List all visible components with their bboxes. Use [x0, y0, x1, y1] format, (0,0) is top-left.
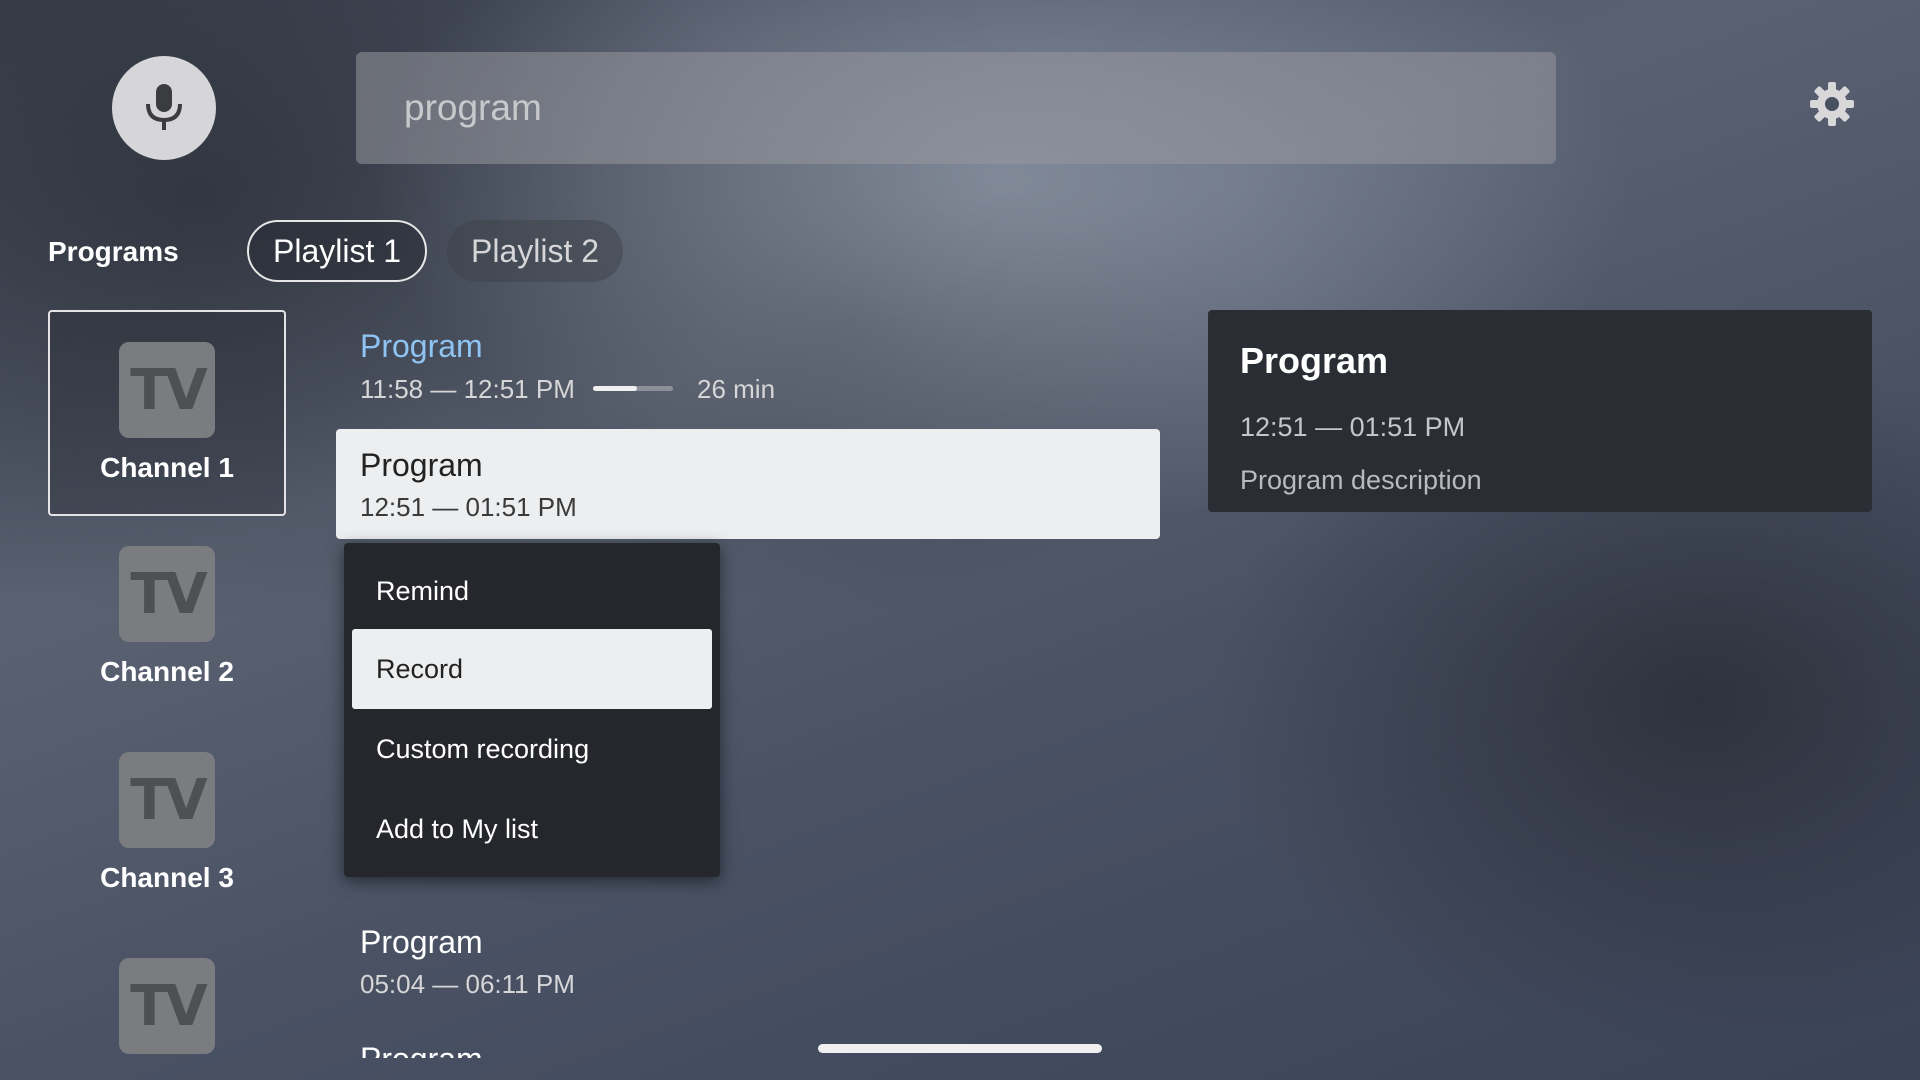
- program-time: 12:51 — 01:51 PM: [360, 492, 577, 522]
- menu-item-record[interactable]: Record: [352, 629, 712, 709]
- details-time: 12:51 — 01:51 PM: [1240, 412, 1466, 442]
- program-row-partial[interactable]: Program: [360, 1040, 483, 1058]
- search-input[interactable]: program: [356, 52, 1556, 164]
- channel-item-4[interactable]: TV: [48, 928, 286, 1080]
- menu-item-custom-recording[interactable]: Custom recording: [352, 709, 712, 789]
- channel-item-3[interactable]: TV Channel 3: [48, 722, 286, 928]
- program-title: Program: [360, 1041, 483, 1058]
- program-progress-fill: [593, 386, 637, 391]
- context-menu: Remind Record Custom recording Add to My…: [344, 543, 720, 877]
- tv-logo-icon: TV: [119, 342, 215, 438]
- channel-item-1[interactable]: TV Channel 1: [48, 310, 286, 516]
- menu-item-remind[interactable]: Remind: [352, 551, 712, 631]
- program-details-panel: Program 12:51 — 01:51 PM Program descrip…: [1208, 310, 1872, 512]
- program-title: Program: [360, 447, 483, 483]
- home-indicator: [818, 1044, 1102, 1053]
- tab-playlist-2[interactable]: Playlist 2: [447, 220, 624, 282]
- tab-playlist-1[interactable]: Playlist 1: [247, 220, 428, 282]
- tv-logo-icon: TV: [119, 752, 215, 848]
- details-title: Program: [1240, 340, 1389, 381]
- program-time: 05:04 — 06:11 PM: [360, 969, 575, 999]
- tv-logo-icon: TV: [119, 546, 215, 642]
- program-row-selected[interactable]: Program 12:51 — 01:51 PM: [336, 429, 1160, 539]
- program-title: Program: [360, 328, 483, 364]
- settings-button[interactable]: [1808, 80, 1856, 128]
- program-title: Program: [360, 924, 483, 960]
- program-row-current[interactable]: Program: [360, 328, 483, 365]
- programs-heading: Programs: [48, 236, 179, 267]
- details-description: Program description: [1240, 465, 1482, 495]
- program-progress-bar: [593, 386, 673, 391]
- channel-item-2[interactable]: TV Channel 2: [48, 516, 286, 722]
- search-query-text: program: [404, 87, 542, 128]
- microphone-icon: [146, 84, 182, 130]
- channel-name: Channel 1: [100, 452, 234, 483]
- menu-item-add-to-my-list[interactable]: Add to My list: [352, 789, 712, 869]
- voice-search-button[interactable]: [112, 56, 216, 160]
- channel-name: Channel 2: [100, 656, 234, 687]
- program-time: 11:58 — 12:51 PM: [360, 374, 575, 404]
- program-remaining: 26 min: [697, 374, 776, 404]
- tv-logo-icon: TV: [119, 958, 215, 1054]
- program-row[interactable]: Program 05:04 — 06:11 PM: [360, 924, 575, 1000]
- gear-icon: [1810, 82, 1854, 126]
- channel-name: Channel 3: [100, 862, 234, 893]
